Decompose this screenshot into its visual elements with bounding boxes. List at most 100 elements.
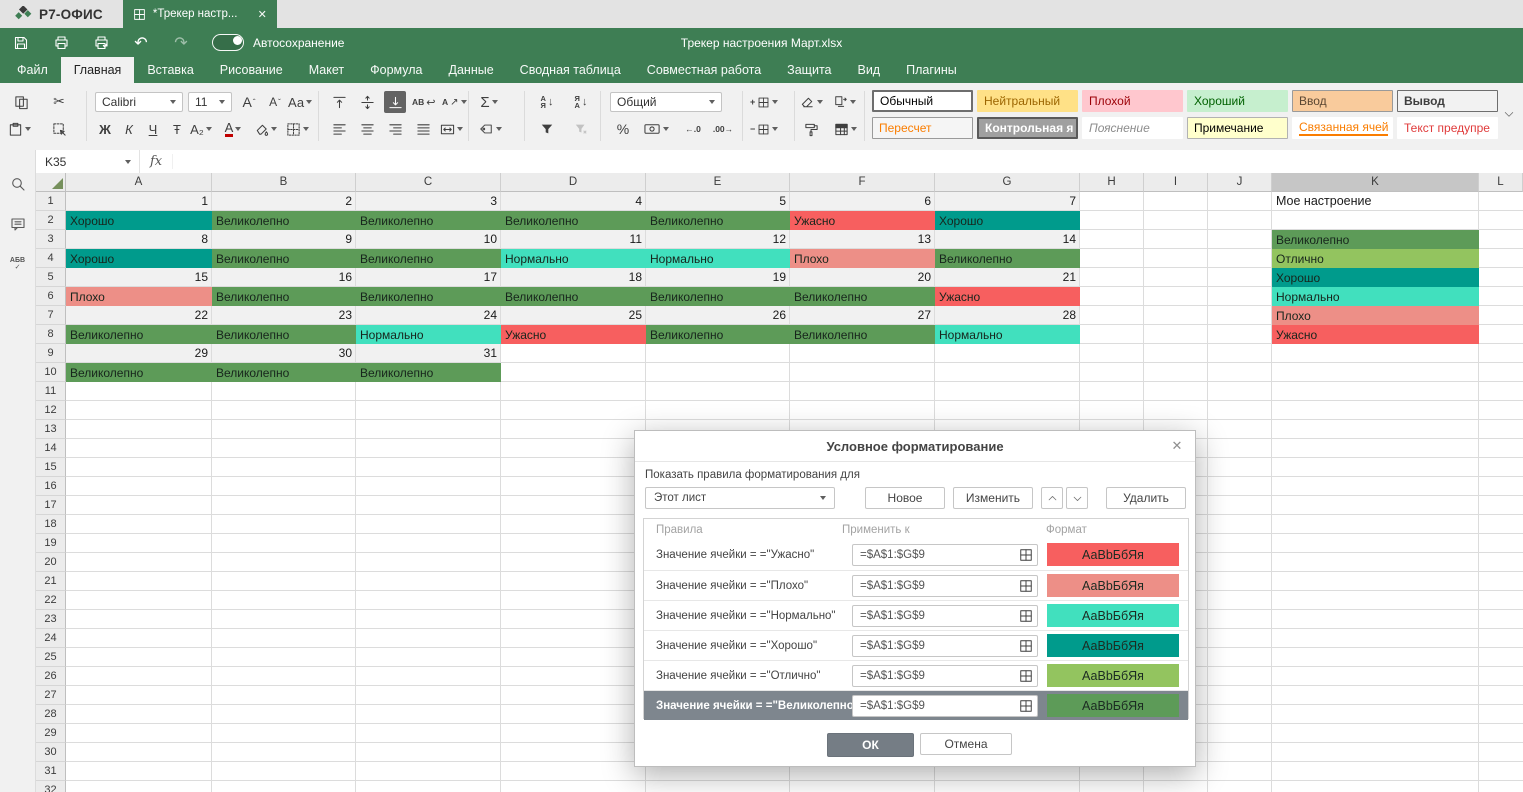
row-header-31[interactable]: 31	[36, 762, 66, 781]
cell-style-warning-text[interactable]: Текст предупре	[1397, 117, 1498, 139]
dialog-close-icon[interactable]: ✕	[1169, 438, 1185, 454]
row-header-8[interactable]: 8	[36, 325, 66, 344]
cf-rule-row-normal[interactable]: Значение ячейки = ="Нормально"=$A$1:$G$9…	[644, 600, 1188, 630]
cell-A2[interactable]: Хорошо	[66, 211, 212, 230]
cell-C3[interactable]: 10	[356, 230, 501, 248]
decrease-font-button[interactable]: Аˇ	[264, 91, 286, 113]
cell-K3[interactable]: Великолепно	[1272, 230, 1479, 249]
justify-button[interactable]	[412, 118, 434, 140]
align-center-button[interactable]	[356, 118, 378, 140]
redo-button[interactable]: ↷	[168, 31, 194, 55]
cell-E6[interactable]: Великолепно	[646, 287, 790, 306]
ok-button[interactable]: ОК	[827, 733, 914, 757]
delete-rule-button[interactable]: Удалить	[1106, 487, 1186, 509]
document-tab[interactable]: *Трекер настр... ✕	[123, 0, 277, 28]
copy-style-button[interactable]	[834, 91, 856, 113]
cell-K8[interactable]: Ужасно	[1272, 325, 1479, 344]
column-header-D[interactable]: D	[501, 173, 646, 192]
cell-E8[interactable]: Великолепно	[646, 325, 790, 344]
row-header-4[interactable]: 4	[36, 249, 66, 268]
menu-tab-data[interactable]: Данные	[436, 57, 507, 83]
decrease-decimal-button[interactable]: ←.0	[682, 118, 704, 140]
cell-name-box[interactable]: K35	[36, 150, 140, 173]
cell-B7[interactable]: 23	[212, 306, 356, 324]
cell-A1[interactable]: 1	[66, 192, 212, 210]
row-header-23[interactable]: 23	[36, 610, 66, 629]
undo-button[interactable]: ↶	[128, 31, 154, 55]
cell-A5[interactable]: 15	[66, 268, 212, 286]
cell-C10[interactable]: Великолепно	[356, 363, 501, 382]
cf-rule-range-input[interactable]: =$A$1:$G$9	[852, 665, 1038, 687]
save-button[interactable]	[8, 31, 34, 55]
cell-style-explanatory[interactable]: Пояснение	[1082, 117, 1183, 139]
align-middle-button[interactable]	[356, 91, 378, 113]
cell-K4[interactable]: Отлично	[1272, 249, 1479, 268]
italic-button[interactable]: К	[118, 118, 140, 140]
fill-color-button[interactable]	[254, 118, 277, 140]
row-header-19[interactable]: 19	[36, 534, 66, 553]
align-left-button[interactable]	[328, 118, 350, 140]
font-size-select[interactable]: 11	[188, 92, 232, 112]
row-header-16[interactable]: 16	[36, 477, 66, 496]
cell-G8[interactable]: Нормально	[935, 325, 1080, 344]
cell-E7[interactable]: 26	[646, 306, 790, 324]
row-header-11[interactable]: 11	[36, 382, 66, 401]
cell-G7[interactable]: 28	[935, 306, 1080, 324]
row-header-32[interactable]: 32	[36, 781, 66, 792]
row-header-26[interactable]: 26	[36, 667, 66, 686]
cell-style-neutral[interactable]: Нейтральный	[977, 90, 1078, 112]
menu-tab-protection[interactable]: Защита	[774, 57, 844, 83]
cell-style-output[interactable]: Вывод	[1397, 90, 1498, 112]
increase-font-button[interactable]: Аˆ	[238, 91, 260, 113]
collapse-ribbon-button[interactable]	[1500, 105, 1518, 123]
row-header-14[interactable]: 14	[36, 439, 66, 458]
cell-C4[interactable]: Великолепно	[356, 249, 501, 268]
quick-print-button[interactable]	[88, 31, 114, 55]
cell-A3[interactable]: 8	[66, 230, 212, 248]
cell-B1[interactable]: 2	[212, 192, 356, 210]
cell-B6[interactable]: Великолепно	[212, 287, 356, 306]
formula-input[interactable]	[173, 150, 1523, 173]
row-header-22[interactable]: 22	[36, 591, 66, 610]
column-header-L[interactable]: L	[1479, 173, 1523, 192]
copy-button[interactable]	[10, 91, 32, 113]
cell-C9[interactable]: 31	[356, 344, 501, 362]
named-ranges-button[interactable]	[478, 118, 502, 140]
print-button[interactable]	[48, 31, 74, 55]
cf-rule-row-bad[interactable]: Значение ячейки = ="Плохо"=$A$1:$G$9АаBb…	[644, 570, 1188, 600]
number-format-select[interactable]: Общий	[610, 92, 722, 112]
cell-style-input[interactable]: Ввод	[1292, 90, 1393, 112]
row-header-29[interactable]: 29	[36, 724, 66, 743]
cf-rule-range-input[interactable]: =$A$1:$G$9	[852, 544, 1038, 566]
format-painter-button[interactable]	[800, 118, 822, 140]
cell-C5[interactable]: 17	[356, 268, 501, 286]
cell-style-check-cell[interactable]: Контрольная я	[977, 117, 1078, 139]
wrap-text-button[interactable]: АВ ↩	[412, 91, 436, 113]
clear-filter-button[interactable]	[570, 118, 592, 140]
cell-D2[interactable]: Великолепно	[501, 211, 646, 230]
currency-style-button[interactable]	[644, 118, 669, 140]
row-header-18[interactable]: 18	[36, 515, 66, 534]
select-range-icon[interactable]	[1019, 639, 1033, 653]
orientation-button[interactable]: А ↗	[442, 91, 467, 113]
select-range-icon[interactable]	[1019, 669, 1033, 683]
cell-style-note[interactable]: Примечание	[1187, 117, 1288, 139]
move-rule-up-button[interactable]	[1041, 487, 1063, 509]
cell-K6[interactable]: Нормально	[1272, 287, 1479, 306]
cell-F8[interactable]: Великолепно	[790, 325, 935, 344]
cf-rule-row-terrible[interactable]: Значение ячейки = ="Ужасно"=$A$1:$G$9АаB…	[644, 540, 1188, 570]
cell-style-normal[interactable]: Обычный	[872, 90, 973, 112]
cell-D3[interactable]: 11	[501, 230, 646, 248]
cf-rule-row-great[interactable]: Значение ячейки = ="Великолепно"=$A$1:$G…	[644, 690, 1188, 720]
cell-C1[interactable]: 3	[356, 192, 501, 210]
insert-cells-button[interactable]: +	[750, 91, 778, 113]
document-tab-close-icon[interactable]: ✕	[258, 8, 267, 21]
column-header-E[interactable]: E	[646, 173, 790, 192]
cell-G3[interactable]: 14	[935, 230, 1080, 248]
row-header-13[interactable]: 13	[36, 420, 66, 439]
menu-tab-pivot[interactable]: Сводная таблица	[507, 57, 634, 83]
select-range-icon[interactable]	[1019, 609, 1033, 623]
paste-button[interactable]	[8, 118, 31, 140]
cf-rule-row-good[interactable]: Значение ячейки = ="Хорошо"=$A$1:$G$9АаB…	[644, 630, 1188, 660]
cell-style-bad[interactable]: Плохой	[1082, 90, 1183, 112]
